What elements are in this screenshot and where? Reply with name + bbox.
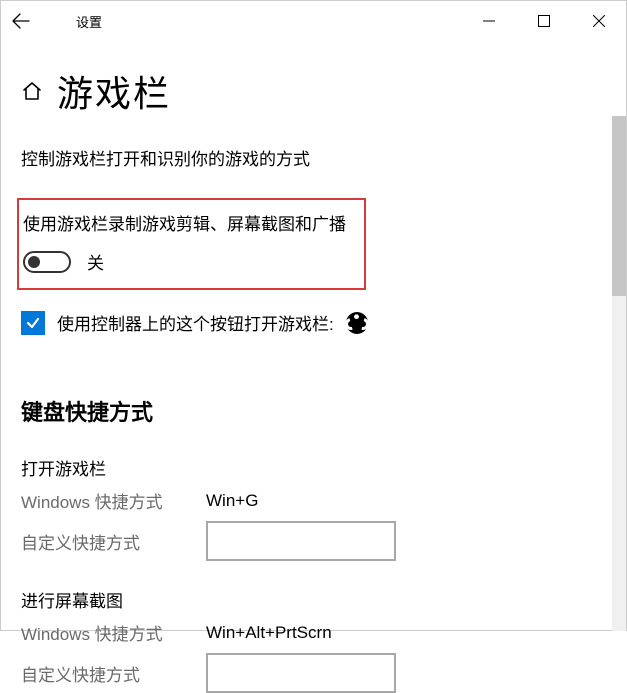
controller-checkbox[interactable]	[21, 311, 45, 335]
shortcut-open-gamebar: 打开游戏栏 Windows 快捷方式 Win+G 自定义快捷方式	[21, 455, 606, 561]
content: 游戏栏 控制游戏栏打开和识别你的游戏的方式 使用游戏栏录制游戏剪辑、屏幕截图和广…	[1, 41, 626, 693]
windows-shortcut-value: Win+Alt+PrtScrn	[206, 623, 332, 643]
toggle-knob	[28, 256, 40, 268]
windows-shortcut-label: Windows 快捷方式	[21, 620, 206, 645]
maximize-icon	[538, 15, 550, 27]
page-header: 游戏栏	[21, 65, 606, 117]
highlight-annotation: 使用游戏栏录制游戏剪辑、屏幕截图和广播 关	[17, 198, 366, 290]
close-icon	[593, 15, 605, 27]
windows-shortcut-label: Windows 快捷方式	[21, 488, 206, 513]
arrow-left-icon	[12, 12, 30, 30]
page-description: 控制游戏栏打开和识别你的游戏的方式	[21, 145, 606, 170]
window-controls	[461, 1, 626, 41]
window-title: 设置	[76, 12, 102, 31]
check-icon	[25, 315, 41, 331]
controller-checkbox-row: 使用控制器上的这个按钮打开游戏栏:	[21, 310, 606, 335]
gamebar-toggle-state: 关	[87, 249, 104, 274]
controller-checkbox-label: 使用控制器上的这个按钮打开游戏栏:	[57, 310, 334, 335]
minimize-icon	[483, 15, 495, 27]
page-title: 游戏栏	[57, 65, 171, 117]
gamebar-toggle-row: 关	[23, 249, 354, 274]
custom-shortcut-input-screenshot[interactable]	[206, 653, 396, 693]
shortcuts-section-title: 键盘快捷方式	[21, 395, 606, 427]
gamebar-toggle[interactable]	[23, 251, 71, 273]
home-icon[interactable]	[21, 80, 43, 102]
custom-shortcut-label: 自定义快捷方式	[21, 529, 206, 554]
windows-shortcut-value: Win+G	[206, 491, 258, 511]
minimize-button[interactable]	[461, 1, 516, 41]
shortcut-screenshot: 进行屏幕截图 Windows 快捷方式 Win+Alt+PrtScrn 自定义快…	[21, 587, 606, 693]
custom-shortcut-input-open[interactable]	[206, 521, 396, 561]
titlebar: 设置	[1, 1, 626, 41]
shortcut-open-gamebar-title: 打开游戏栏	[21, 455, 606, 480]
back-button[interactable]	[1, 1, 41, 41]
close-button[interactable]	[571, 1, 626, 41]
custom-shortcut-label: 自定义快捷方式	[21, 661, 206, 686]
scrollbar-thumb[interactable]	[612, 116, 626, 296]
shortcut-screenshot-title: 进行屏幕截图	[21, 587, 606, 612]
scrollbar[interactable]	[612, 116, 626, 631]
gamebar-toggle-label: 使用游戏栏录制游戏剪辑、屏幕截图和广播	[23, 210, 354, 235]
xbox-icon	[346, 312, 368, 334]
maximize-button[interactable]	[516, 1, 571, 41]
